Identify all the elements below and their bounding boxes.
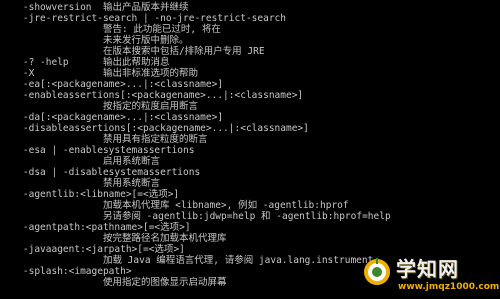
console-line: 禁用具有指定粒度的断言 xyxy=(0,134,208,145)
console-line: 在版本搜索中包括/排除用户专用 JRE xyxy=(0,46,265,57)
watermark-logo-icon xyxy=(364,258,390,285)
console-line: 按指定的粒度启用断言 xyxy=(0,101,198,112)
console-line: -disableassertions[:<packagename>...|:<c… xyxy=(0,123,309,134)
console-line: -ea[:<packagename>...|:<classname>] xyxy=(0,79,224,90)
console-line: 加载本机代理库 <libname>, 例如 -agentlib:hprof xyxy=(0,200,349,211)
console-line: -agentpath:<pathname>[=<选项>] xyxy=(0,222,191,233)
console-line: -X 输出非标准选项的帮助 xyxy=(0,68,198,79)
console-line: -dsa | -disablesystemassertions xyxy=(0,167,201,178)
console-line: -showversion 输出产品版本并继续 xyxy=(0,2,189,13)
console-window: -showversion 输出产品版本并继续 -jre-restrict-sea… xyxy=(0,0,500,299)
console-line: 警告: 此功能已过时, 将在 xyxy=(0,24,221,35)
console-line: -agentlib:<libname>[=<选项>] xyxy=(0,189,180,200)
console-line: 禁用系统断言 xyxy=(0,178,160,189)
console-line: 另请参阅 -agentlib:jdwp=help 和 -agentlib:hpr… xyxy=(0,211,391,222)
console-line: -esa | -enablesystemassertions xyxy=(0,145,195,156)
console-line: -jre-restrict-search | -no-jre-restrict-… xyxy=(0,13,286,24)
console-line: 启用系统断言 xyxy=(0,156,160,167)
console-line: 按完整路径名加载本机代理库 xyxy=(0,233,227,244)
console-line: 加载 Java 编程语言代理, 请参阅 java.lang.instrument xyxy=(0,255,374,266)
console-line: -splash:<imagepath> xyxy=(0,266,132,277)
site-watermark: 学知网 www.jmqz1000.com xyxy=(362,257,499,297)
console-line: 使用指定的图像显示启动屏幕 xyxy=(0,277,227,288)
console-line: -? -help 输出此帮助消息 xyxy=(0,57,170,68)
console-line: -enableassertions[:<packagename>...|:<cl… xyxy=(0,90,304,101)
console-line: -da[:<packagename>...|:<classname>] xyxy=(0,112,224,123)
watermark-url: www.jmqz1000.com xyxy=(398,282,500,292)
console-line: -javaagent:<jarpath>[=<选项>] xyxy=(0,244,185,255)
console-line: 未来发行版中删除。 xyxy=(0,35,189,46)
watermark-title: 学知网 xyxy=(396,257,459,281)
